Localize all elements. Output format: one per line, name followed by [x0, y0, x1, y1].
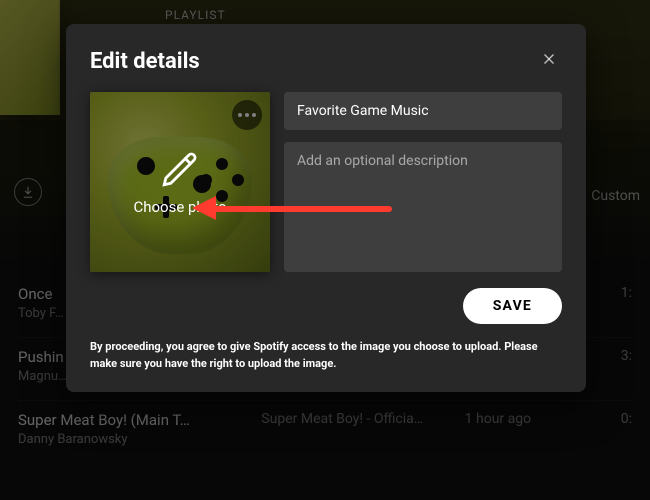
upload-disclaimer: By proceeding, you agree to give Spotify… — [90, 338, 562, 372]
playlist-description-input[interactable] — [284, 142, 562, 272]
dialog-title: Edit details — [90, 49, 200, 74]
close-icon — [540, 50, 558, 68]
save-button[interactable]: SAVE — [463, 288, 562, 324]
cover-image-picker[interactable]: Choose photo — [90, 92, 270, 272]
edit-details-dialog: Edit details Choose photo — [66, 24, 586, 392]
close-button[interactable] — [536, 46, 562, 76]
playlist-name-input[interactable] — [284, 92, 562, 130]
pencil-icon — [159, 148, 201, 190]
cover-hover-overlay: Choose photo — [90, 92, 270, 272]
choose-photo-label: Choose photo — [133, 198, 226, 216]
